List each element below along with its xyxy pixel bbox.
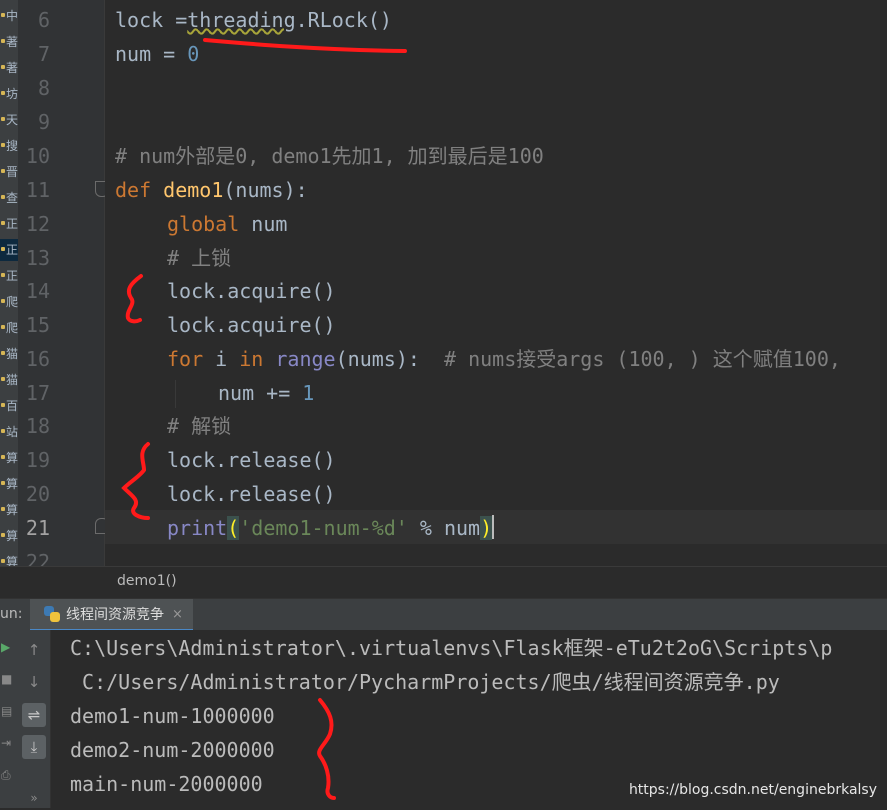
folder-icon [1,377,5,381]
line-number: 8 [37,76,50,100]
line-number: 7 [37,42,50,66]
code-line: lock.release() [167,448,336,472]
close-icon[interactable]: × [172,607,183,622]
line-number: 18 [25,414,50,438]
code-line: lock =threading.RLock() [115,8,392,32]
line-number: 9 [37,110,50,134]
code-line: lock.acquire() [167,279,336,303]
code-line: num = 0 [115,42,200,66]
folder-icon [1,13,5,17]
scroll-up-icon[interactable]: ↑ [22,638,46,662]
folder-icon [1,117,5,121]
folder-icon [1,455,5,459]
run-tool-window-header: un: 线程间资源竞争 × [0,598,887,632]
console-line: C:\Users\Administrator\.virtualenvs\Flas… [70,636,833,660]
folder-icon [1,481,5,485]
line-number: 10 [25,144,50,168]
more-icon[interactable]: » [22,786,46,810]
folder-icon [1,429,5,433]
line-number-current: 21 [25,516,50,540]
text-caret [492,515,495,539]
line-number: 12 [25,212,50,236]
python-icon [44,606,60,622]
line-number: 11 [25,178,50,202]
code-line: lock.acquire() [167,313,336,337]
run-tab[interactable]: 线程间资源竞争 × [30,599,193,631]
folder-icon [1,143,5,147]
console-line: main-num-2000000 [70,772,263,796]
code-line: def demo1(nums): [115,178,308,202]
pin-icon[interactable]: ⇥ [1,736,15,752]
folder-icon [1,533,5,537]
folder-icon [1,325,5,329]
code-editor[interactable]: lock =threading.RLock() num = 0 # num外部是… [105,0,887,566]
code-line: for i in range(nums): # nums接受args (100,… [167,347,841,371]
rerun-icon[interactable]: ▶ [1,640,15,656]
folder-icon [1,91,5,95]
breadcrumb-bar: demo1() [0,566,887,599]
folder-icon [1,351,5,355]
run-toolbar: ↑ ↓ ⇌ ⤓ » [18,630,51,808]
code-line: global num [167,212,288,236]
indent-guide [175,380,176,408]
run-label: un: [0,606,23,622]
line-number-gutter[interactable]: 6 7 8 9 10 11 12 13 14 15 16 17 18 19 20… [18,0,109,574]
line-number: 6 [37,8,50,32]
scroll-down-icon[interactable]: ↓ [22,670,46,694]
run-tab-title: 线程间资源竞争 [66,607,164,623]
watermark: https://blog.csdn.net/enginebrkalsy [628,782,877,798]
line-number: 16 [25,347,50,371]
layout-icon[interactable]: ▤ [1,704,15,720]
soft-wrap-icon[interactable]: ⇌ [22,703,46,727]
print-icon[interactable]: ⎙ [1,768,15,784]
code-line-comment: # num外部是0, demo1先加1, 加到最后是100 [115,144,544,168]
run-side-strip: ▶ ■ ▤ ⇥ ⎙ [0,630,18,808]
folder-icon [1,221,5,225]
scroll-to-end-icon[interactable]: ⤓ [22,735,46,759]
stop-icon[interactable]: ■ [1,672,15,688]
line-number: 17 [25,381,50,405]
console-line: demo1-num-1000000 [70,704,275,728]
code-line-comment: # 上锁 [167,246,232,270]
line-number: 19 [25,448,50,472]
breadcrumb-item[interactable]: demo1() [117,573,177,589]
console-line: C:/Users/Administrator/PycharmProjects/爬… [70,670,780,694]
folder-icon [1,247,5,251]
folder-icon [1,169,5,173]
code-line: lock.release() [167,482,336,506]
console-line: demo2-num-2000000 [70,738,275,762]
line-number: 15 [25,313,50,337]
line-number: 14 [25,279,50,303]
line-number: 20 [25,482,50,506]
folder-icon [1,507,5,511]
folder-icon [1,299,5,303]
folder-icon [1,39,5,43]
line-number: 13 [25,246,50,270]
folder-icon [1,403,5,407]
folder-icon [1,559,5,563]
code-line-current: print('demo1-num-%d' % num) [167,515,495,540]
folder-icon [1,65,5,69]
code-line-comment: # 解锁 [167,414,232,438]
folder-icon [1,273,5,277]
folder-icon [1,195,5,199]
code-line: num += 1 [218,381,315,405]
